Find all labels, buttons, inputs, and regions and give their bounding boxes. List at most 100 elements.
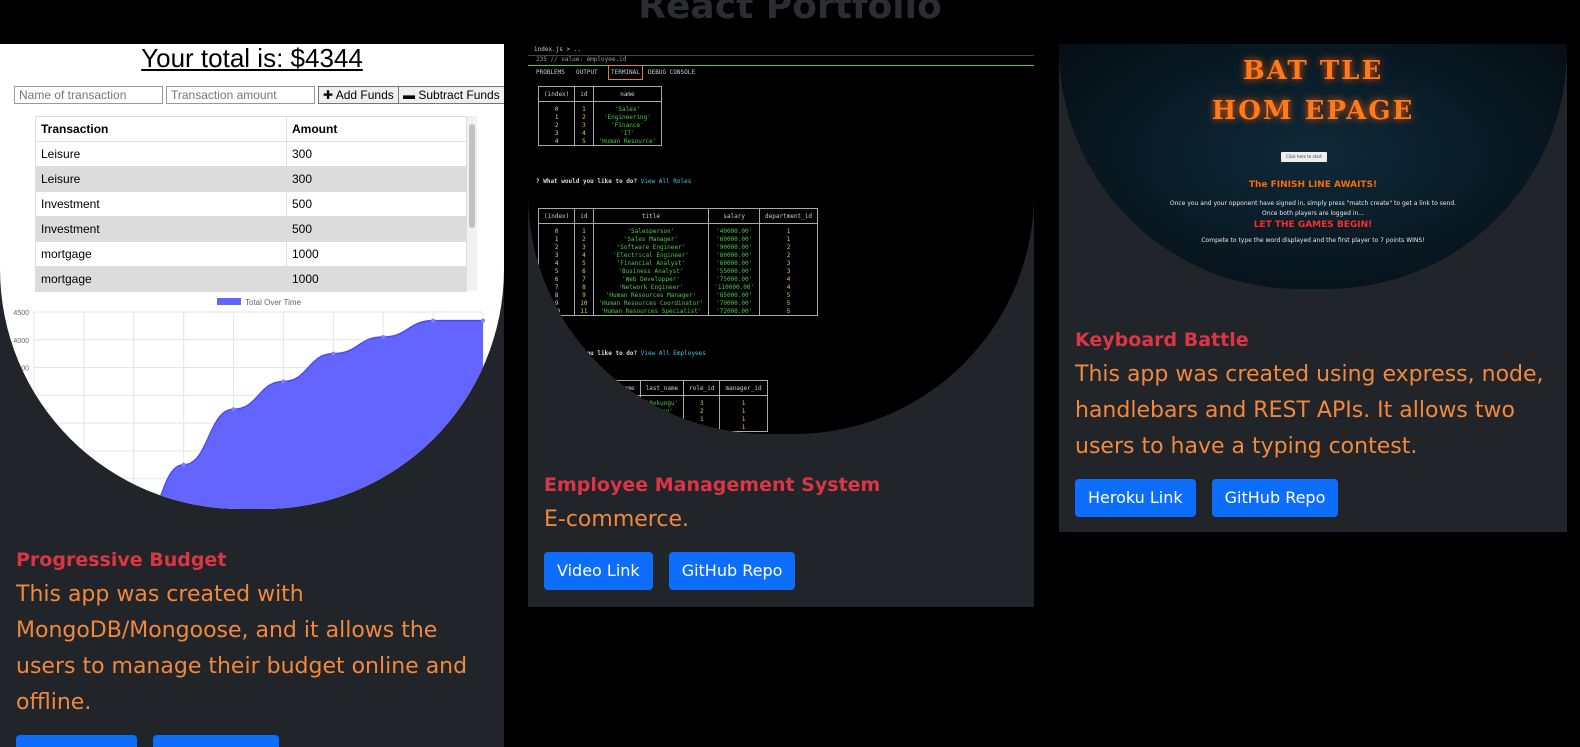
column-header: first_name	[592, 380, 641, 396]
table-cell: 1	[574, 395, 594, 407]
project-card-keyboard-battle: BAT TLE HOM EPAGE Click here to start Th…	[1059, 44, 1567, 532]
table-cell: '70000.00'	[708, 299, 761, 307]
total-over-time-chart: Total Over Time 1500 2000 2500 3000 3500 4000 4…	[13, 298, 485, 509]
transaction-name: Leisure	[35, 141, 287, 167]
table-cell: 1	[574, 223, 594, 235]
column-header: (index)	[537, 86, 576, 102]
table-cell: 3	[683, 395, 721, 407]
panel-tab-problems[interactable]: PROBLEMS	[536, 69, 565, 76]
subtract-funds-button[interactable]: ▬ Subtract Funds	[398, 86, 504, 104]
keyboard-battle-screenshot: BAT TLE HOM EPAGE Click here to start Th…	[1059, 44, 1567, 289]
transaction-amount: 300	[286, 141, 467, 167]
code-line: 235 // value: employee.id	[536, 56, 627, 63]
transaction-amount-input[interactable]	[166, 86, 315, 104]
column-header: role_id	[683, 380, 721, 396]
table-cell: 'Sales Manager'	[592, 235, 710, 243]
heroku-link-button[interactable]: Heroku Link	[1075, 479, 1196, 517]
card-title: Employee Management System	[544, 474, 881, 496]
table-cell: '110000.00'	[708, 283, 761, 291]
table-cell: 4	[759, 283, 819, 291]
table-cell: 4	[574, 129, 594, 137]
table-scrollbar[interactable]	[467, 116, 477, 291]
video-link-button[interactable]: Video Link	[544, 552, 653, 590]
column-header: title	[592, 208, 710, 224]
table-row: 4 5 'Financial Analyst' '60000.00' 3	[537, 259, 819, 267]
heroku-link-button[interactable]: Heroku Link	[16, 735, 137, 747]
transaction-name: Investment	[35, 216, 287, 242]
column-header: salary	[708, 208, 761, 224]
subtract-funds-label: Subtract Funds	[418, 88, 500, 102]
table-cell: 5	[574, 137, 594, 146]
table-cell: 4	[537, 259, 576, 267]
y-tick-label: 3000	[13, 393, 29, 400]
table-row: 9 10 'Human Resources Coordinator' '70000.0…	[537, 299, 819, 307]
table-cell: 10	[537, 307, 576, 316]
table-cell: '60000.00'	[708, 259, 761, 267]
table-cell: 3	[574, 415, 594, 423]
table-header-row: (index) id name	[537, 86, 663, 102]
table-cell: 2	[537, 121, 576, 129]
transaction-amount: 1000	[286, 266, 467, 292]
transaction-amount: 500	[286, 216, 467, 242]
table-cell: 7	[574, 275, 594, 283]
table-cell: 2	[759, 251, 819, 259]
departments-table: (index) id name 0 1 'Sales' 1 2 'Engineering' 2 3 '…	[537, 86, 663, 146]
table-cell: '85000.00'	[708, 291, 761, 299]
table-row: 3 4 'Jason' 'Wolf' 4 1	[537, 423, 768, 432]
table-cell: 5	[759, 307, 819, 316]
table-cell: 6	[537, 275, 576, 283]
table-cell: 'Wolf'	[639, 423, 685, 432]
instructions-line3: Compete to type the word displayed and t…	[1201, 237, 1425, 244]
transaction-amount: 1000	[286, 241, 467, 267]
table-cell: 1	[759, 235, 819, 243]
table-cell: 'Jason'	[592, 423, 641, 432]
table-row: 3 4 'IT'	[537, 129, 663, 137]
transaction-amount: 300	[286, 166, 467, 192]
table-cell: '80000.00'	[708, 251, 761, 259]
data-point	[231, 407, 236, 412]
table-cell: 2	[683, 407, 721, 415]
finish-line-text: The FINISH LINE AWAITS!	[1059, 180, 1567, 190]
start-button[interactable]: Click here to start	[1281, 152, 1327, 162]
data-point	[431, 318, 436, 323]
instructions-line1: Once you and your opponent have signed i…	[1169, 200, 1457, 207]
table-row: 8 9 'Human Resources Manager' '85000.00' 5	[537, 291, 819, 299]
table-cell: 1	[537, 113, 576, 121]
table-cell: 3	[574, 243, 594, 251]
data-point	[331, 351, 336, 356]
table-row: 2 3 'Finance'	[537, 121, 663, 129]
table-cell: '55000.00'	[708, 267, 761, 275]
table-cell: 1	[537, 407, 576, 415]
prompt-view-employees: ? What would you like to do? View All Em…	[536, 350, 706, 357]
table-cell: 8	[574, 283, 594, 291]
column-header: name	[592, 86, 663, 102]
panel-tab-output[interactable]: OUTPUT	[576, 69, 598, 76]
transactions-table: Transaction Amount Leisure 300 Leisure 300…	[35, 116, 467, 292]
panel-tab-terminal[interactable]: TERMINAL	[608, 65, 643, 80]
panel-tab-debug-console[interactable]: DEBUG CONSOLE	[648, 69, 695, 76]
table-row: 2 3 'John' 'Doe' 1 1	[537, 415, 768, 423]
prompt-answer: View All Roles	[640, 178, 692, 185]
table-cell: 2	[537, 415, 576, 423]
table-cell: 2	[574, 113, 594, 121]
table-cell: 4	[574, 423, 594, 432]
transaction-name-input[interactable]	[14, 86, 163, 104]
column-header: (index)	[537, 380, 576, 396]
table-cell: 'Software Engineer'	[592, 243, 710, 251]
card-description: This app was created using express, node…	[1075, 362, 1544, 459]
transaction-name: mortgage	[35, 266, 287, 292]
table-cell: 0	[537, 101, 576, 113]
table-cell: 0	[537, 223, 576, 235]
github-repo-button[interactable]: GitHub Repo	[668, 552, 796, 590]
table-row: 0 1 'Sales'	[537, 101, 663, 113]
table-cell: 4	[537, 137, 576, 146]
minus-icon: ▬	[403, 88, 415, 102]
table-cell: 'John'	[592, 415, 641, 423]
table-cell: 'Web Developper'	[592, 275, 710, 283]
github-repo-button[interactable]: GitHub Repo	[152, 735, 280, 747]
table-cell: '90000.00'	[708, 243, 761, 251]
editor-tab: index.js > ..	[534, 46, 581, 53]
scrollbar-thumb[interactable]	[469, 124, 475, 228]
github-repo-button[interactable]: GitHub Repo	[1211, 479, 1339, 517]
add-funds-button[interactable]: ✚ Add Funds	[318, 86, 399, 104]
